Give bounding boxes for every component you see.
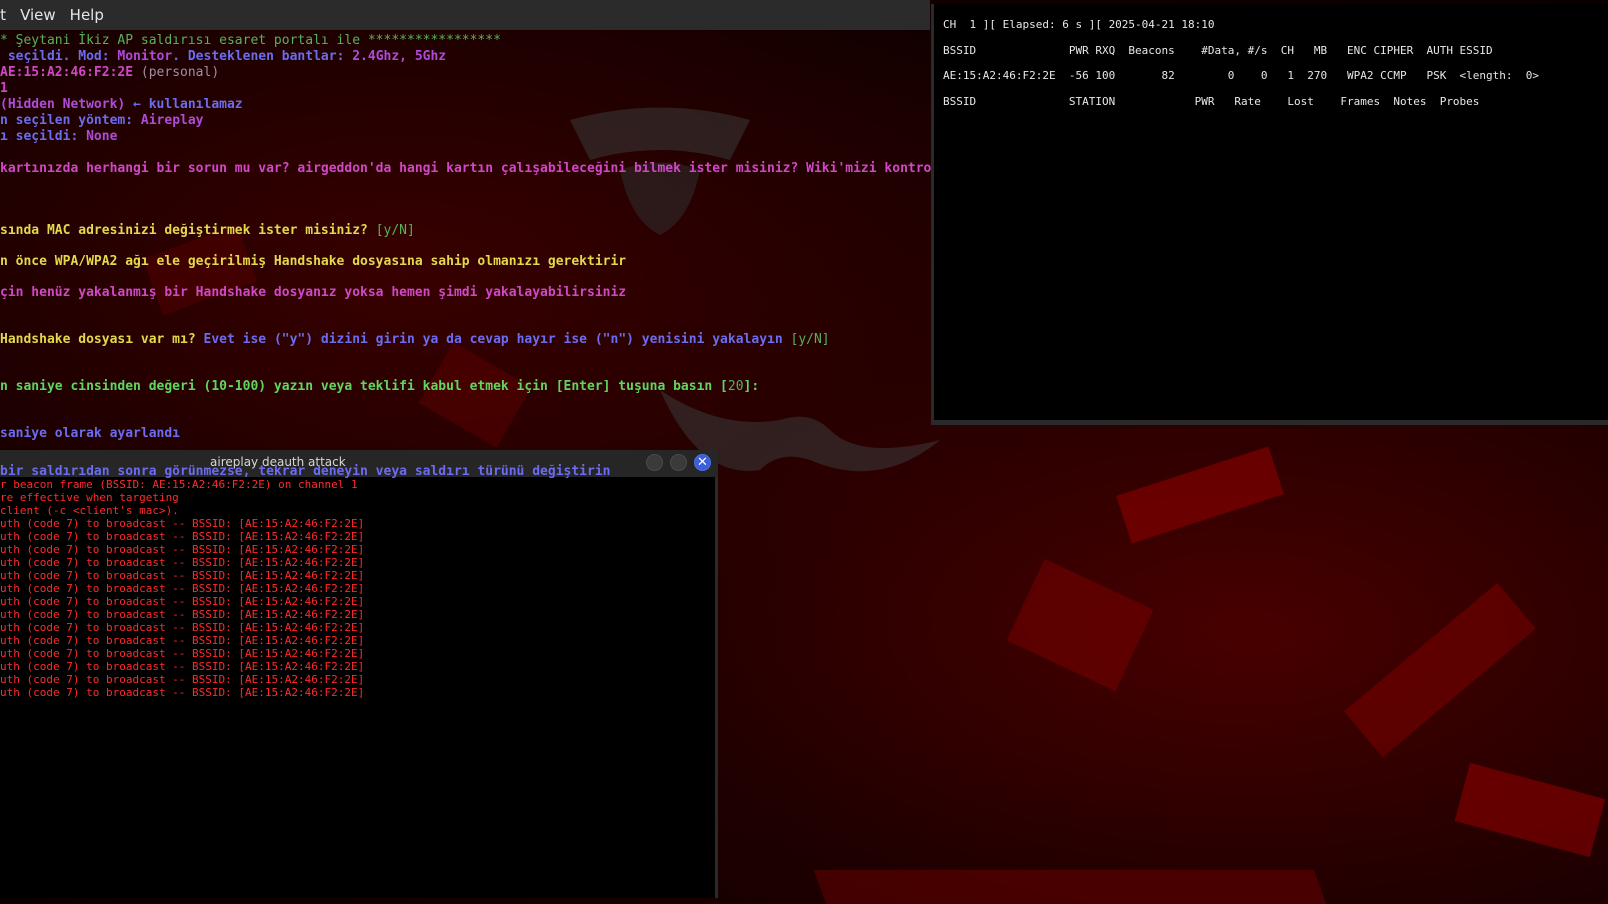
deauth-log-line: r beacon frame (BSSID: AE:15:A2:46:F2:2E… — [0, 478, 358, 491]
deauth-log-line: uth (code 7) to broadcast -- BSSID: [AE:… — [0, 634, 365, 647]
terminal-text: saniye olarak ayarlandı — [0, 426, 181, 441]
deauth-log-line: uth (code 7) to broadcast -- BSSID: [AE:… — [0, 582, 365, 595]
deauth-log-line: uth (code 7) to broadcast -- BSSID: [AE:… — [0, 543, 365, 556]
deauth-window[interactable]: aireplay deauth attack ✕ bir saldırıdan … — [0, 450, 718, 898]
terminal-text: Monitor — [117, 49, 173, 64]
terminal-line: sında MAC adresinizi değiştirmek ister m… — [0, 223, 415, 239]
deauth-log-line: uth (code 7) to broadcast -- BSSID: [AE:… — [0, 621, 365, 634]
deauth-log-line: uth (code 7) to broadcast -- BSSID: [AE:… — [0, 608, 365, 621]
airodump-window[interactable]: CH 1 ][ Elapsed: 6 s ][ 2025-04-21 18:10… — [931, 4, 1608, 425]
terminal-text: 1 — [0, 81, 8, 96]
terminal-text: AE:15:A2:46:F2:2E — [0, 65, 134, 80]
close-button[interactable]: ✕ — [694, 454, 711, 471]
terminal-text: 2.4Ghz, 5Ghz — [352, 49, 447, 64]
airodump-ap-header: BSSID PWR RXQ Beacons #Data, #/s CH MB E… — [943, 44, 1493, 57]
deauth-log-line: uth (code 7) to broadcast -- BSSID: [AE:… — [0, 647, 365, 660]
minimize-button[interactable] — [646, 454, 663, 471]
background-stain — [1454, 762, 1606, 858]
terminal-text: None — [86, 129, 118, 144]
desktop: it View Help * Şeytani İkiz AP saldırısı… — [0, 0, 1608, 904]
terminal-text: n saniye cinsinden değeri (10-100) yazın… — [0, 379, 728, 394]
deauth-log-line: uth (code 7) to broadcast -- BSSID: [AE:… — [0, 556, 365, 569]
terminal-text: ← kullanılamaz — [125, 97, 243, 112]
terminal-text: seçildi. Mod: — [0, 49, 118, 64]
deauth-log-line: uth (code 7) to broadcast -- BSSID: [AE:… — [0, 686, 365, 699]
terminal-text: Aireplay — [140, 113, 204, 128]
terminal-text: kartınızda herhangi bir sorun mu var? ai… — [0, 161, 994, 176]
background-stain — [418, 342, 532, 448]
background-stain — [813, 870, 1327, 904]
deauth-log-line: client (-c <client's mac>). — [0, 504, 179, 517]
deauth-log-line: uth (code 7) to broadcast -- BSSID: [AE:… — [0, 517, 365, 530]
terminal-line: Handshake dosyası var mı? Evet ise ("y")… — [0, 332, 830, 348]
terminal-text: (personal) — [133, 65, 220, 80]
deauth-log-line: uth (code 7) to broadcast -- BSSID: [AE:… — [0, 660, 365, 673]
terminal-text: sında MAC adresinizi değiştirmek ister m… — [0, 223, 376, 238]
menu-item-help[interactable]: Help — [63, 6, 111, 24]
menu-bar: it View Help — [0, 0, 930, 30]
terminal-line: ı seçildi: None — [0, 129, 117, 145]
terminal-text: * Şeytani İkiz AP saldırısı esaret porta… — [0, 33, 501, 48]
terminal-line: çin henüz yakalanmış bir Handshake dosya… — [0, 285, 626, 301]
terminal-line: seçildi. Mod: Monitor. Desteklenen bantl… — [0, 49, 446, 65]
terminal-text: ı seçildi: — [0, 129, 87, 144]
terminal-text: [y/N] — [375, 223, 415, 238]
airodump-station-header: BSSID STATION PWR Rate Lost Frames Notes… — [943, 95, 1480, 108]
background-stain — [1116, 446, 1284, 544]
terminal-text: çin henüz yakalanmış bir Handshake dosya… — [0, 285, 627, 300]
terminal-line: 1 — [0, 81, 8, 97]
terminal-text: 20 — [727, 379, 744, 394]
terminal-text: [y/N] — [790, 332, 830, 347]
terminal-text: n seçilen yöntem: — [0, 113, 141, 128]
airodump-ap-row: AE:15:A2:46:F2:2E -56 100 82 0 0 1 270 W… — [943, 69, 1540, 82]
maximize-button[interactable] — [670, 454, 687, 471]
menu-item-view[interactable]: View — [13, 6, 63, 24]
background-stain — [1344, 582, 1536, 758]
deauth-log-line: uth (code 7) to broadcast -- BSSID: [AE:… — [0, 673, 365, 686]
terminal-line: saniye olarak ayarlandı — [0, 426, 180, 442]
terminal-text: Handshake dosyası var mı? — [0, 332, 204, 347]
background-stain — [1006, 558, 1154, 692]
airodump-status-line: CH 1 ][ Elapsed: 6 s ][ 2025-04-21 18:10 — [943, 18, 1215, 31]
terminal-text: . Desteklenen bantlar: — [172, 49, 353, 64]
terminal-line: n önce WPA/WPA2 ağı ele geçirilmiş Hands… — [0, 254, 626, 270]
deauth-log-line: re effective when targeting — [0, 491, 179, 504]
deauth-log-line: uth (code 7) to broadcast -- BSSID: [AE:… — [0, 595, 365, 608]
deauth-log-line: uth (code 7) to broadcast -- BSSID: [AE:… — [0, 530, 365, 543]
menu-item-edit[interactable]: it — [0, 6, 13, 24]
deauth-log-line: uth (code 7) to broadcast -- BSSID: [AE:… — [0, 569, 365, 582]
terminal-text: ]: — [743, 379, 760, 394]
terminal-line: AE:15:A2:46:F2:2E (personal) — [0, 65, 219, 81]
terminal-text: (Hidden Network) — [0, 97, 126, 112]
terminal-text: n önce WPA/WPA2 ağı ele geçirilmiş Hands… — [0, 254, 627, 269]
terminal-line: (Hidden Network) ← kullanılamaz — [0, 97, 243, 113]
terminal-line: n saniye cinsinden değeri (10-100) yazın… — [0, 379, 759, 395]
terminal-line: * Şeytani İkiz AP saldırısı esaret porta… — [0, 33, 501, 49]
terminal-line: n seçilen yöntem: Aireplay — [0, 113, 204, 129]
terminal-text: Evet ise ("y") dizini girin ya da cevap … — [203, 332, 791, 347]
